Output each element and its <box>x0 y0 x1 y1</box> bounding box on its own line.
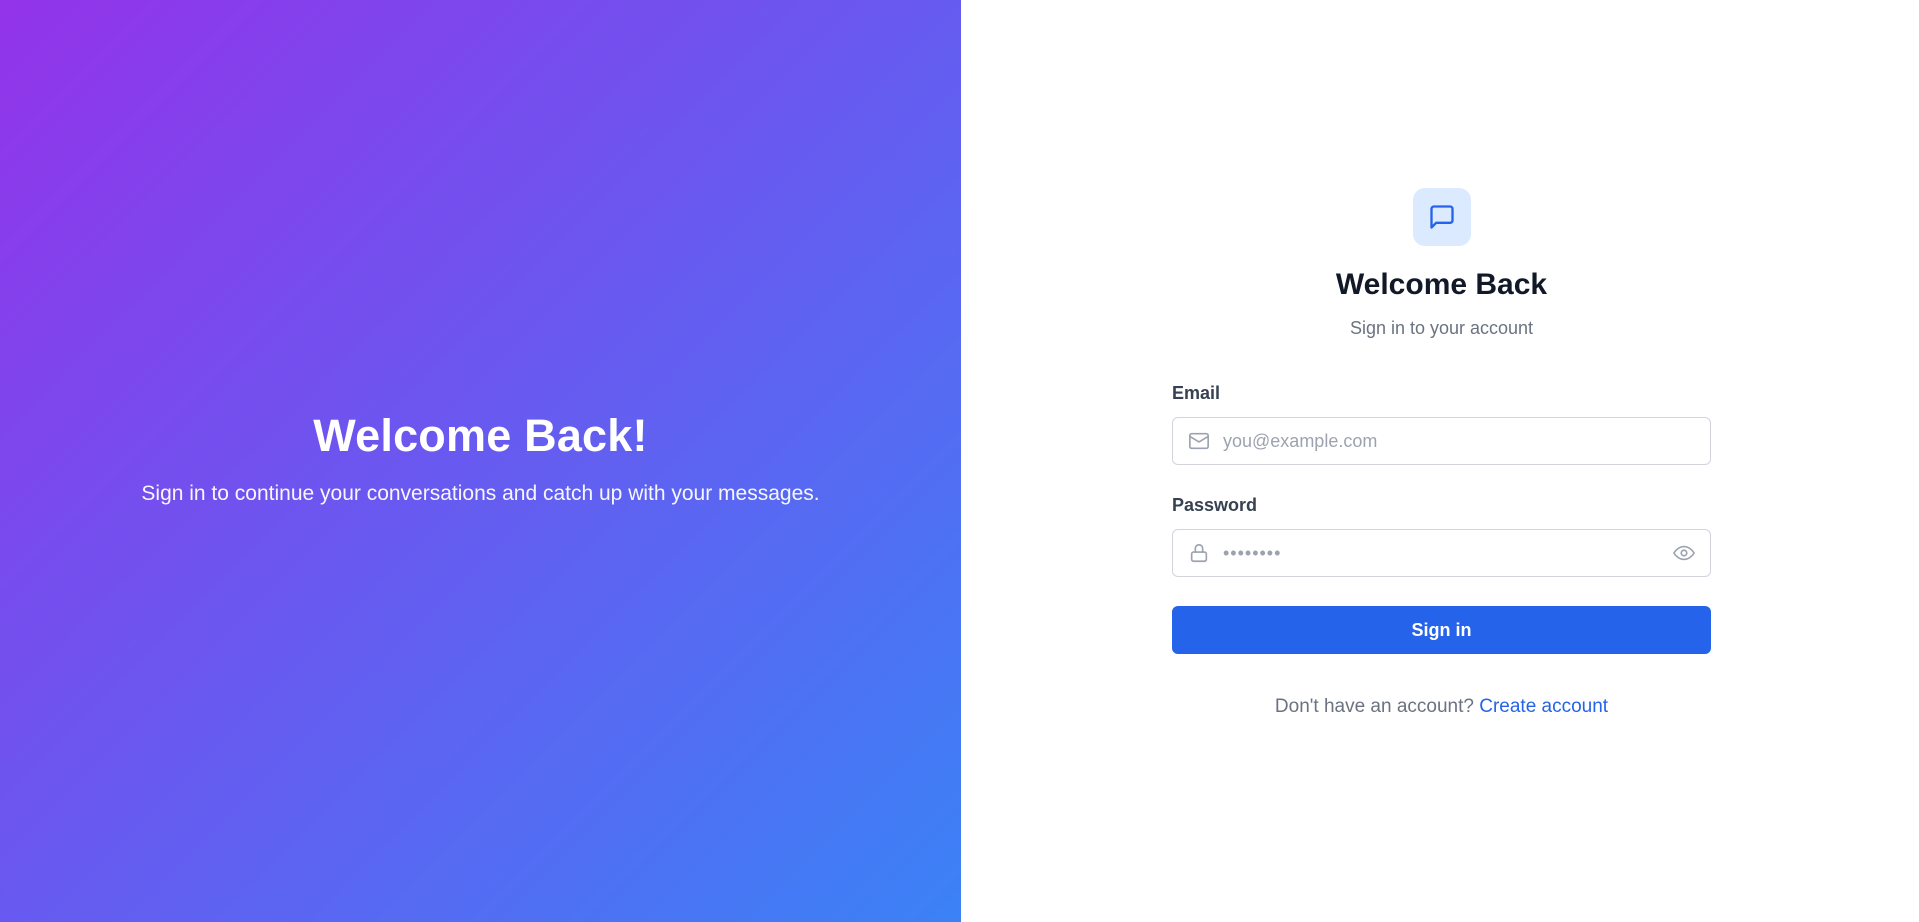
hero-subtitle: Sign in to continue your conversations a… <box>141 482 820 505</box>
mail-icon <box>1187 429 1211 453</box>
hero-panel: Welcome Back! Sign in to continue your c… <box>0 0 961 922</box>
signin-panel: Welcome Back Sign in to your account Ema… <box>961 0 1919 922</box>
signup-prompt: Don't have an account? <box>1274 696 1474 717</box>
password-label: Password <box>1172 495 1258 515</box>
signup-row: Don't have an account? Create account <box>1172 696 1711 718</box>
email-input[interactable] <box>1223 421 1698 461</box>
message-square-icon <box>1412 188 1471 246</box>
email-label: Email <box>1172 383 1221 403</box>
hero-title: Welcome Back! <box>313 410 648 461</box>
form-subtitle: Sign in to your account <box>1349 318 1534 338</box>
lock-icon <box>1187 541 1211 565</box>
form-title: Welcome Back <box>1335 268 1548 301</box>
create-account-link[interactable]: Create account <box>1479 696 1608 717</box>
email-field-container[interactable] <box>1172 417 1711 465</box>
eye-icon[interactable] <box>1670 539 1698 567</box>
login-page: Welcome Back! Sign in to continue your c… <box>0 0 1919 922</box>
password-input[interactable] <box>1223 533 1670 573</box>
signin-form: Welcome Back Sign in to your account Ema… <box>1172 188 1711 718</box>
sign-in-button[interactable]: Sign in <box>1172 606 1711 654</box>
password-field-container[interactable] <box>1172 529 1711 577</box>
